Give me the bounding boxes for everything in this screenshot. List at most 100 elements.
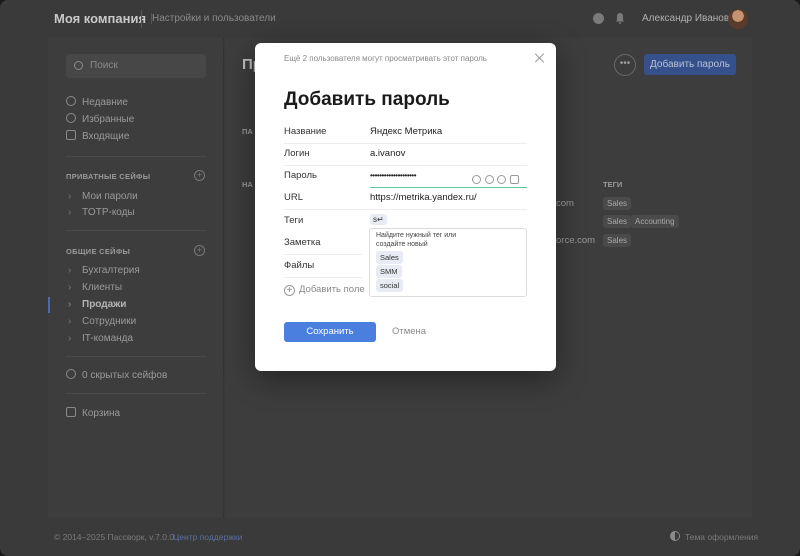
trash-icon xyxy=(66,407,76,417)
chevron-right-icon: › xyxy=(68,316,72,327)
vault-label: IT-команда xyxy=(82,333,134,344)
password-input[interactable]: •••••••••••••••••••• xyxy=(370,171,417,180)
add-password-button[interactable]: Добавить пароль xyxy=(644,54,736,75)
generate-icon[interactable] xyxy=(472,175,481,184)
sidebar-item-label: Избранные xyxy=(82,114,135,125)
field-label: Логин xyxy=(284,148,310,159)
vault-clients[interactable]: › Клиенты xyxy=(68,281,122,295)
search-icon xyxy=(74,61,83,70)
tag-badge[interactable]: Sales xyxy=(603,197,632,210)
sidebar-item-inbox[interactable]: Входящие xyxy=(66,130,129,144)
field-url[interactable]: URL https://metrika.yandex.ru/ xyxy=(284,188,527,210)
vault-employees[interactable]: › Сотрудники xyxy=(68,315,136,329)
field-login[interactable]: Логин a.ivanov xyxy=(284,144,527,166)
field-files[interactable]: Файлы xyxy=(284,256,370,278)
top-separator xyxy=(141,10,142,28)
sidebar-item-label: Входящие xyxy=(82,131,130,142)
save-button[interactable]: Сохранить xyxy=(284,322,376,342)
modal-title: Добавить пароль xyxy=(284,89,450,110)
column-header-tags[interactable]: ТЕГИ xyxy=(603,180,622,189)
divider xyxy=(66,156,206,157)
company-name[interactable]: Моя компания xyxy=(54,11,146,26)
theme-toggle[interactable]: Тема оформления xyxy=(685,532,758,542)
theme-icon[interactable] xyxy=(670,531,680,541)
tag-badge[interactable]: Sales xyxy=(603,215,632,228)
settings-icon[interactable] xyxy=(484,175,494,184)
field-label: Пароль xyxy=(284,170,317,181)
private-vaults-heading[interactable]: ПРИВАТНЫЕ СЕЙФЫ xyxy=(66,172,150,181)
hidden-vaults-label: 0 скрытых сейфов xyxy=(82,370,168,381)
tag-badge[interactable]: Sales xyxy=(603,234,632,247)
vault-accounting[interactable]: › Бухгалтерия xyxy=(68,264,140,278)
field-label: URL xyxy=(284,192,304,203)
vault-label: Клиенты xyxy=(82,282,123,293)
settings-link[interactable]: Настройки и пользователи xyxy=(151,13,276,24)
field-note[interactable]: Заметка xyxy=(284,233,370,255)
chevron-right-icon: › xyxy=(68,282,72,293)
vault-label: Сотрудники xyxy=(82,316,137,327)
vault-totp[interactable]: › TOTP-коды xyxy=(68,206,135,220)
top-bar: Моя компания Настройки и пользователи Ал… xyxy=(0,0,800,38)
tag-dropdown-hint: Найдите нужный тег или создайте новый xyxy=(376,232,457,248)
tag-option[interactable]: Sales xyxy=(376,251,403,264)
trash-label: Корзина xyxy=(82,408,121,419)
field-label: Теги xyxy=(284,215,304,226)
vault-label: Бухгалтерия xyxy=(82,265,140,276)
visibility-notice: Ещё 2 пользователя могут просматривать э… xyxy=(284,54,487,63)
trash-link[interactable]: Корзина xyxy=(66,407,120,421)
field-underline xyxy=(284,209,527,210)
clock-icon xyxy=(66,96,76,106)
copyright: © 2014–2025 Пассворк, v.7.0.0 xyxy=(54,532,175,542)
cancel-button[interactable]: Отмена xyxy=(392,326,426,337)
sidebar-item-favorites[interactable]: Избранные xyxy=(66,113,134,127)
support-link[interactable]: Центр поддержки xyxy=(173,532,242,542)
inbox-icon xyxy=(66,130,76,140)
user-name[interactable]: Александр Иванов xyxy=(642,13,729,24)
divider xyxy=(66,356,206,357)
field-name[interactable]: Название Яндекс Метрика xyxy=(284,122,527,144)
tag-option[interactable]: social xyxy=(376,279,404,292)
divider xyxy=(66,230,206,231)
add-field-button[interactable]: + Добавить поле xyxy=(284,284,365,296)
vault-sales[interactable]: › Продажи xyxy=(68,298,126,312)
add-password-modal: Ещё 2 пользователя могут просматривать э… xyxy=(255,43,556,371)
vault-label: TOTP-коды xyxy=(82,207,135,218)
chevron-right-icon: › xyxy=(68,265,72,276)
tags-input[interactable]: s↵ xyxy=(370,214,387,225)
tag-dropdown: Найдите нужный тег или создайте новый Sa… xyxy=(369,228,527,297)
add-private-vault-button[interactable]: + xyxy=(194,170,205,181)
chevron-right-icon: › xyxy=(68,191,72,202)
field-password[interactable]: Пароль •••••••••••••••••••• xyxy=(284,166,527,188)
tag-badge[interactable]: Accounting xyxy=(631,215,679,228)
vault-label: Продажи xyxy=(82,299,127,310)
more-button[interactable]: ••• xyxy=(614,54,636,76)
field-label: Файлы xyxy=(284,260,315,271)
vault-it-team[interactable]: › IT-команда xyxy=(68,332,133,346)
chevron-right-icon: › xyxy=(68,333,72,344)
close-icon[interactable] xyxy=(535,53,545,63)
url-input[interactable]: https://metrika.yandex.ru/ xyxy=(370,192,477,203)
star-icon xyxy=(66,113,76,123)
sidebar: Поиск Недавние Избранные Входящие ПРИВАТ… xyxy=(48,38,224,518)
hidden-vaults-link[interactable]: 0 скрытых сейфов xyxy=(66,369,167,383)
bell-icon[interactable] xyxy=(615,12,625,24)
shared-vaults-heading[interactable]: ОБЩИЕ СЕЙФЫ xyxy=(66,247,130,256)
search-placeholder: Поиск xyxy=(90,60,118,71)
vault-my-passwords[interactable]: › Мои пароли xyxy=(68,190,138,204)
vault-label: Мои пароли xyxy=(82,191,138,202)
eye-off-icon xyxy=(66,369,76,379)
add-shared-vault-button[interactable]: + xyxy=(194,245,205,256)
row-domain: orce.com xyxy=(556,235,596,246)
avatar[interactable] xyxy=(728,9,748,29)
chevron-right-icon: › xyxy=(68,207,72,218)
check-icon[interactable] xyxy=(593,13,604,24)
column-header-name[interactable]: НА xyxy=(242,180,253,189)
field-label: Заметка xyxy=(284,237,321,248)
copy-icon[interactable] xyxy=(509,175,519,184)
tag-option[interactable]: SMM xyxy=(376,265,402,278)
sidebar-item-recent[interactable]: Недавние xyxy=(66,96,128,110)
login-input[interactable]: a.ivanov xyxy=(370,148,405,159)
search-input[interactable]: Поиск xyxy=(66,54,206,78)
eye-icon[interactable] xyxy=(497,175,506,184)
name-input[interactable]: Яндекс Метрика xyxy=(370,126,442,137)
